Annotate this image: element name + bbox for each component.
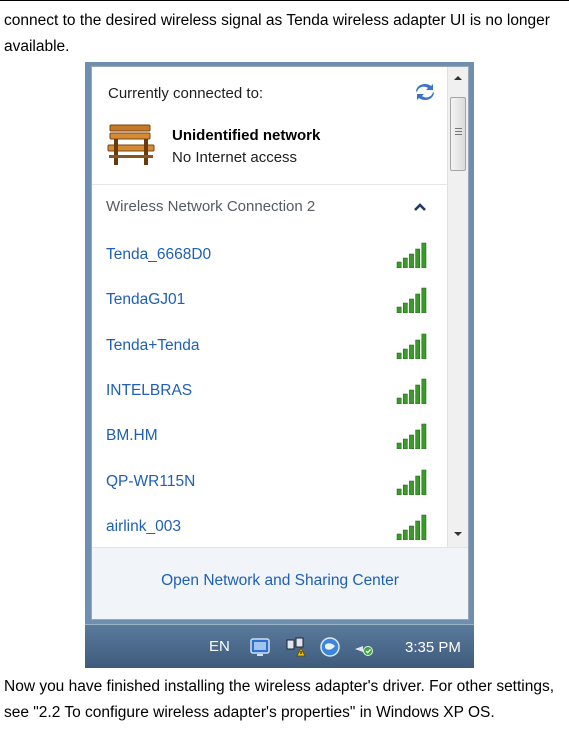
network-item[interactable]: airlink_003 bbox=[92, 506, 448, 551]
taskbar: EN 3:35 PM bbox=[85, 624, 474, 668]
wifi-connect-icon[interactable] bbox=[353, 636, 375, 658]
network-list-scrollbar[interactable] bbox=[447, 67, 468, 547]
network-item[interactable]: INTELBRAS bbox=[92, 370, 448, 415]
grip-icon bbox=[455, 128, 462, 135]
wifi-signal-icon bbox=[396, 333, 427, 359]
paragraph-top: connect to the desired wireless signal a… bbox=[4, 12, 550, 55]
network-flyout: Currently connected to: Unidentified net… bbox=[91, 66, 469, 620]
wireless-connection-header[interactable]: Wireless Network Connection 2 bbox=[106, 198, 315, 215]
top-rule bbox=[0, 0, 569, 1]
wifi-signal-icon bbox=[396, 378, 427, 404]
network-item[interactable]: TendaGJ01 bbox=[92, 279, 448, 324]
paragraph-bottom: Now you have finished installing the wir… bbox=[4, 678, 555, 721]
scroll-up-arrow-icon[interactable] bbox=[451, 71, 465, 85]
scroll-thumb[interactable] bbox=[450, 97, 466, 171]
network-item[interactable]: BM.HM bbox=[92, 415, 448, 460]
wifi-signal-icon bbox=[396, 287, 427, 313]
open-network-sharing-center-link[interactable]: Open Network and Sharing Center bbox=[92, 572, 468, 590]
monitor-icon[interactable] bbox=[249, 636, 271, 658]
wifi-signal-icon bbox=[396, 469, 427, 495]
chevron-up-icon[interactable] bbox=[413, 201, 427, 213]
current-network-name: Unidentified network bbox=[172, 127, 321, 144]
network-name: TendaGJ01 bbox=[106, 291, 186, 308]
scroll-down-arrow-icon[interactable] bbox=[451, 527, 465, 541]
flyout-footer: Open Network and Sharing Center bbox=[92, 547, 468, 619]
wifi-signal-icon bbox=[396, 242, 427, 268]
current-network-status: No Internet access bbox=[172, 149, 298, 166]
network-name: airlink_003 bbox=[106, 518, 181, 535]
globe-icon[interactable] bbox=[319, 636, 341, 658]
network-warning-icon[interactable] bbox=[285, 636, 307, 658]
network-name: BM.HM bbox=[106, 427, 158, 444]
bench-icon bbox=[107, 124, 155, 165]
current-connection-title: Currently connected to: bbox=[108, 85, 264, 102]
taskbar-clock[interactable]: 3:35 PM bbox=[405, 639, 461, 656]
network-item[interactable]: Tenda+Tenda bbox=[92, 325, 448, 370]
wifi-signal-icon bbox=[396, 514, 427, 540]
network-name: QP-WR115N bbox=[106, 473, 196, 490]
language-indicator[interactable]: EN bbox=[209, 638, 230, 655]
network-name: Tenda_6668D0 bbox=[106, 246, 212, 263]
network-name: INTELBRAS bbox=[106, 382, 193, 399]
wifi-signal-icon bbox=[396, 423, 427, 449]
current-connection-panel: Currently connected to: Unidentified net… bbox=[92, 67, 448, 185]
network-item[interactable]: Tenda_6668D0 bbox=[92, 234, 448, 279]
network-name: Tenda+Tenda bbox=[106, 337, 200, 354]
refresh-icon[interactable] bbox=[414, 83, 436, 101]
screenshot-figure: Currently connected to: Unidentified net… bbox=[85, 62, 474, 668]
network-item[interactable]: QP-WR115N bbox=[92, 461, 448, 506]
